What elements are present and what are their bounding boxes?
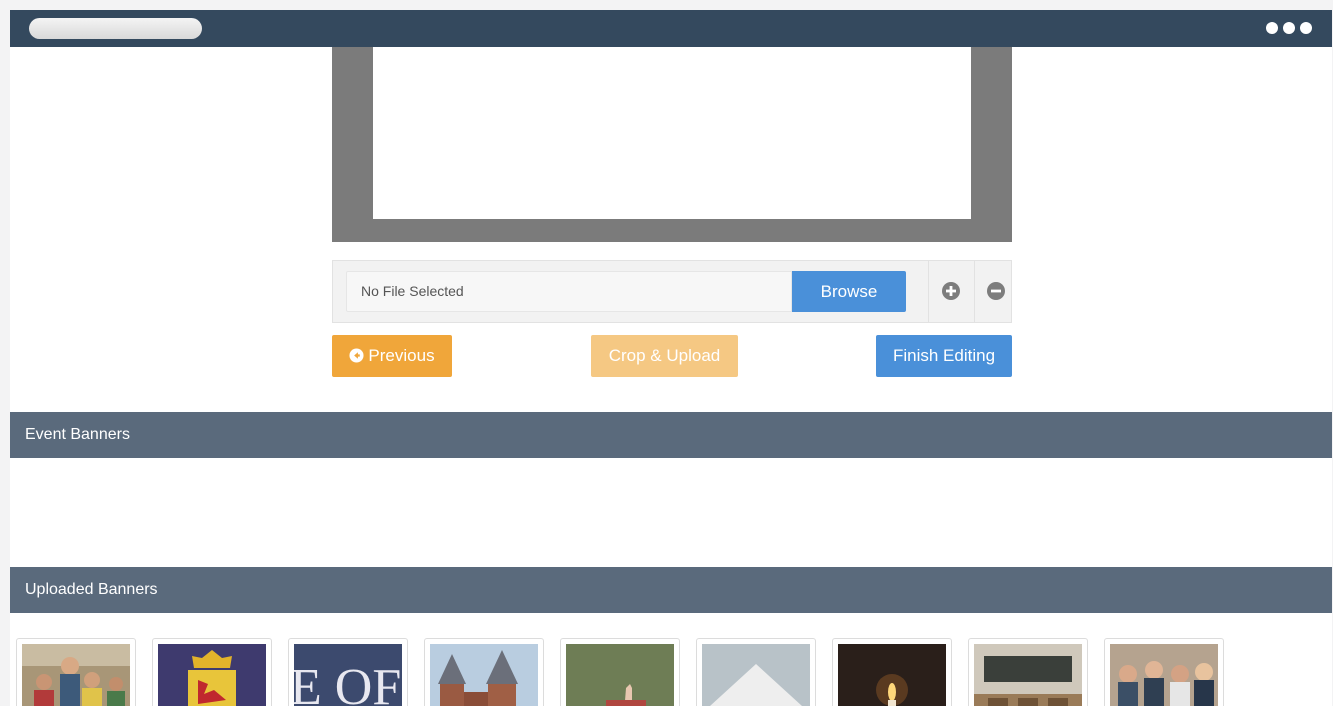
- banner-thumbnail[interactable]: [16, 638, 136, 706]
- arrow-left-circle-icon: [349, 348, 364, 363]
- window-menu-dots[interactable]: [1266, 22, 1312, 34]
- previous-button[interactable]: Previous: [332, 335, 452, 377]
- plus-circle-icon: [942, 282, 960, 300]
- sign-text: E OF: [294, 659, 401, 706]
- event-banners-header: Event Banners: [10, 412, 1332, 458]
- banner-thumbnail[interactable]: [560, 638, 680, 706]
- uploaded-banners-header: Uploaded Banners: [10, 567, 1332, 613]
- candle-photo: [838, 644, 946, 706]
- crop-area: [332, 47, 1012, 242]
- banner-thumbnail[interactable]: [968, 638, 1088, 706]
- crest-photo: [158, 644, 266, 706]
- address-bar[interactable]: [29, 18, 202, 39]
- classroom-hand-photo: [566, 644, 674, 706]
- minus-circle-icon: [987, 282, 1005, 300]
- browser-titlebar: [10, 10, 1332, 47]
- banner-thumbnail[interactable]: [424, 638, 544, 706]
- crop-upload-button[interactable]: Crop & Upload: [591, 335, 738, 377]
- banner-thumbnail[interactable]: [152, 638, 272, 706]
- finish-editing-button[interactable]: Finish Editing: [876, 335, 1012, 377]
- file-name-field[interactable]: No File Selected: [346, 271, 792, 312]
- divider: [928, 261, 929, 322]
- dot-icon: [1283, 22, 1295, 34]
- zoom-in-button[interactable]: [941, 281, 961, 301]
- banner-thumbnail[interactable]: [1104, 638, 1224, 706]
- banner-thumbnail[interactable]: [832, 638, 952, 706]
- sign-photo: E OF: [294, 644, 402, 706]
- empty-classroom-photo: [974, 644, 1082, 706]
- browser-window: No File Selected Browse Previous Crop & …: [10, 10, 1332, 706]
- file-upload-bar: No File Selected Browse: [332, 260, 1012, 323]
- church-photo: [430, 644, 538, 706]
- crop-canvas[interactable]: [373, 47, 971, 219]
- tent-photo: [702, 644, 810, 706]
- students-photo: [22, 644, 130, 706]
- divider: [974, 261, 975, 322]
- banner-thumbnail[interactable]: [696, 638, 816, 706]
- browse-button[interactable]: Browse: [792, 271, 906, 312]
- zoom-out-button[interactable]: [986, 281, 1006, 301]
- dot-icon: [1266, 22, 1278, 34]
- uploaded-banners-list: E OF: [16, 638, 1240, 706]
- previous-label: Previous: [368, 346, 435, 365]
- dot-icon: [1300, 22, 1312, 34]
- group-photo: [1110, 644, 1218, 706]
- banner-thumbnail[interactable]: E OF: [288, 638, 408, 706]
